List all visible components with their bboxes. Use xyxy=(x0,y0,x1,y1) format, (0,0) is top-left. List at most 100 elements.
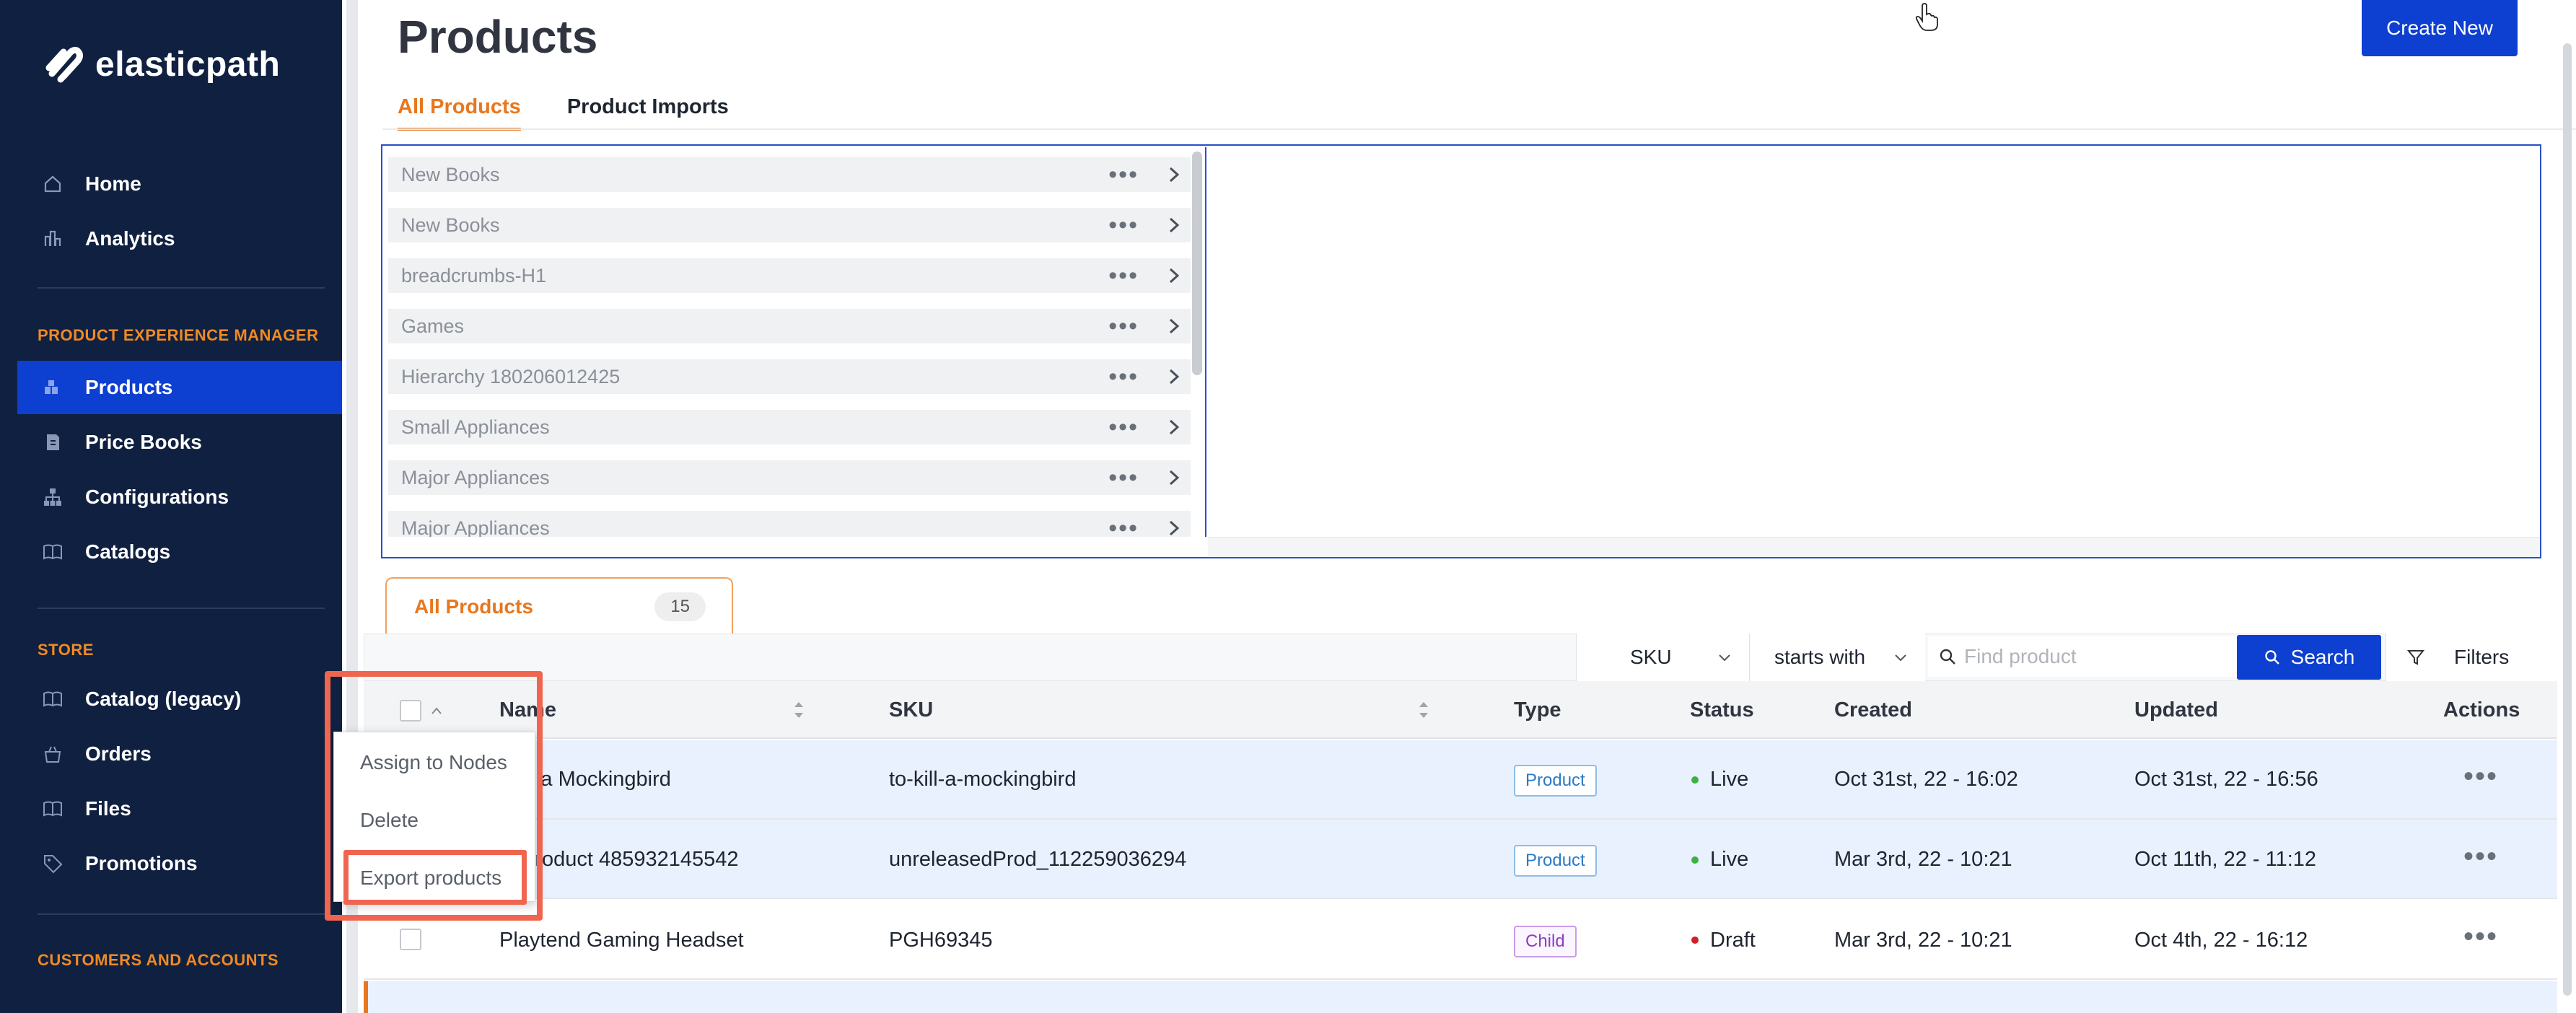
search-icon xyxy=(1940,649,1955,665)
sidebar-item-label: Products xyxy=(85,376,173,398)
hierarchy-list: New Books ••• New Books ••• breadcrumbs-… xyxy=(384,147,1206,537)
tree-node-label: breadcrumbs-H1 xyxy=(401,264,547,286)
tree-node[interactable]: Games ••• xyxy=(388,309,1191,343)
more-options-icon[interactable]: ••• xyxy=(1108,415,1139,439)
updated-date: Oct 4th, 22 - 16:12 xyxy=(2134,929,2308,952)
column-header-actions: Actions xyxy=(2443,698,2520,722)
chevron-right-icon[interactable] xyxy=(1165,517,1183,537)
tree-node[interactable]: New Books ••• xyxy=(388,157,1191,192)
product-sku: unreleasedProd_112259036294 xyxy=(889,848,1187,871)
created-date: Mar 3rd, 22 - 10:21 xyxy=(1834,848,2012,871)
chevron-right-icon[interactable] xyxy=(1165,164,1183,185)
tree-node[interactable]: New Books ••• xyxy=(388,208,1191,242)
created-date: Mar 3rd, 22 - 10:21 xyxy=(1834,929,2012,952)
chevron-right-icon[interactable] xyxy=(1165,315,1183,337)
analytics-icon xyxy=(40,227,65,251)
tree-node-label: Major Appliances xyxy=(401,517,550,538)
sidebar-item-catalogs[interactable]: Catalogs xyxy=(17,525,342,579)
tabs-divider xyxy=(382,128,2576,130)
more-options-icon[interactable]: ••• xyxy=(1108,465,1139,490)
tree-node-label: Hierarchy 180206012425 xyxy=(401,365,621,387)
tree-node[interactable]: Hierarchy 180206012425 ••• xyxy=(388,359,1191,394)
tree-node-label: Small Appliances xyxy=(401,416,550,438)
home-icon xyxy=(40,172,65,196)
row-checkbox[interactable] xyxy=(400,929,421,950)
search-button-label: Search xyxy=(2290,646,2355,668)
tab-all-products[interactable]: All Products xyxy=(398,95,521,131)
sidebar-item-label: Orders xyxy=(85,742,152,765)
more-options-icon[interactable]: ••• xyxy=(1108,314,1139,338)
sidebar-item-home[interactable]: Home xyxy=(17,157,342,211)
filter-field-select[interactable]: SKU xyxy=(1576,633,1749,681)
table-row[interactable] xyxy=(364,981,2557,1013)
tree-scrollbar[interactable] xyxy=(1192,152,1202,375)
more-options-icon[interactable]: ••• xyxy=(1108,162,1139,187)
tree-node[interactable]: breadcrumbs-H1 ••• xyxy=(388,258,1191,293)
tree-node-label: New Books xyxy=(401,214,500,236)
create-new-button[interactable]: Create New xyxy=(2362,0,2518,56)
search-button[interactable]: Search xyxy=(2237,635,2381,680)
sidebar-item-price-books[interactable]: Price Books xyxy=(17,416,342,469)
more-options-icon[interactable]: ••• xyxy=(1108,213,1139,237)
row-actions-icon[interactable]: ••• xyxy=(2463,842,2498,871)
tab-product-imports[interactable]: Product Imports xyxy=(567,95,729,131)
sidebar-item-label: Analytics xyxy=(85,227,175,250)
chevron-right-icon[interactable] xyxy=(1165,265,1183,286)
column-header-updated: Updated xyxy=(2134,698,2218,722)
sidebar-divider xyxy=(38,913,325,915)
chevron-right-icon[interactable] xyxy=(1165,366,1183,387)
sidebar-item-label: Price Books xyxy=(85,431,202,453)
sidebar-item-catalog-legacy[interactable]: Catalog (legacy) xyxy=(17,672,342,726)
type-badge: Product xyxy=(1514,845,1597,877)
sidebar-item-label: Files xyxy=(85,797,131,820)
orders-icon xyxy=(40,742,65,766)
sidebar-item-files[interactable]: Files xyxy=(17,782,342,836)
brand-logo[interactable]: elasticpath xyxy=(42,42,280,87)
section-title-store: STORE xyxy=(38,641,94,659)
sidebar-item-orders[interactable]: Orders xyxy=(17,727,342,781)
tree-node[interactable]: Small Appliances ••• xyxy=(388,410,1191,444)
column-header-status: Status xyxy=(1690,698,1754,722)
table-header xyxy=(364,681,2557,739)
all-products-list-tab[interactable]: All Products 15 xyxy=(385,577,733,635)
sidebar-item-analytics[interactable]: Analytics xyxy=(17,212,342,266)
filters-button[interactable]: Filters xyxy=(2386,633,2557,681)
highlight-box xyxy=(343,850,527,905)
page-scrollbar[interactable] xyxy=(2563,43,2572,996)
chevron-right-icon[interactable] xyxy=(1165,416,1183,438)
chevron-down-icon xyxy=(1719,654,1730,662)
sidebar-item-label: Home xyxy=(85,172,141,195)
tag-icon xyxy=(40,851,65,876)
find-product-input[interactable] xyxy=(1964,645,2224,668)
sidebar-item-promotions[interactable]: Promotions xyxy=(17,837,342,890)
product-name[interactable]: Playtend Gaming Headset xyxy=(499,929,744,952)
tree-node[interactable]: Major Appliances ••• xyxy=(388,460,1191,495)
chevron-down-icon xyxy=(1895,654,1906,662)
list-tab-label: All Products xyxy=(414,595,533,618)
sort-icon[interactable] xyxy=(1417,698,1430,722)
column-header-sku[interactable]: SKU xyxy=(889,698,933,722)
filter-field-value: SKU xyxy=(1630,646,1672,668)
elasticpath-logo-icon xyxy=(45,46,83,83)
find-product-field[interactable] xyxy=(1928,636,2237,677)
created-date: Oct 31st, 22 - 16:02 xyxy=(1834,768,2018,791)
filter-operator-select[interactable]: starts with xyxy=(1749,633,1925,681)
row-actions-icon[interactable]: ••• xyxy=(2463,922,2498,951)
more-options-icon[interactable]: ••• xyxy=(1108,263,1139,288)
row-actions-icon[interactable]: ••• xyxy=(2463,762,2498,791)
tree-node[interactable]: Major Appliances ••• xyxy=(388,511,1191,537)
chevron-right-icon[interactable] xyxy=(1165,467,1183,488)
chevron-right-icon[interactable] xyxy=(1165,214,1183,236)
more-options-icon[interactable]: ••• xyxy=(1108,516,1139,537)
section-title-pxm: PRODUCT EXPERIENCE MANAGER xyxy=(38,326,319,344)
filters-button-label: Filters xyxy=(2454,646,2510,668)
sort-icon[interactable] xyxy=(792,698,805,722)
sidebar-item-configurations[interactable]: Configurations xyxy=(17,470,342,524)
more-options-icon[interactable]: ••• xyxy=(1108,364,1139,389)
type-badge: Child xyxy=(1514,926,1577,957)
sidebar-item-products[interactable]: Products xyxy=(17,361,342,414)
filter-operator-value: starts with xyxy=(1774,646,1866,668)
tree-horizontal-scrollbar[interactable] xyxy=(1208,537,2540,557)
row-indicator xyxy=(364,981,368,1013)
products-icon xyxy=(40,375,65,400)
